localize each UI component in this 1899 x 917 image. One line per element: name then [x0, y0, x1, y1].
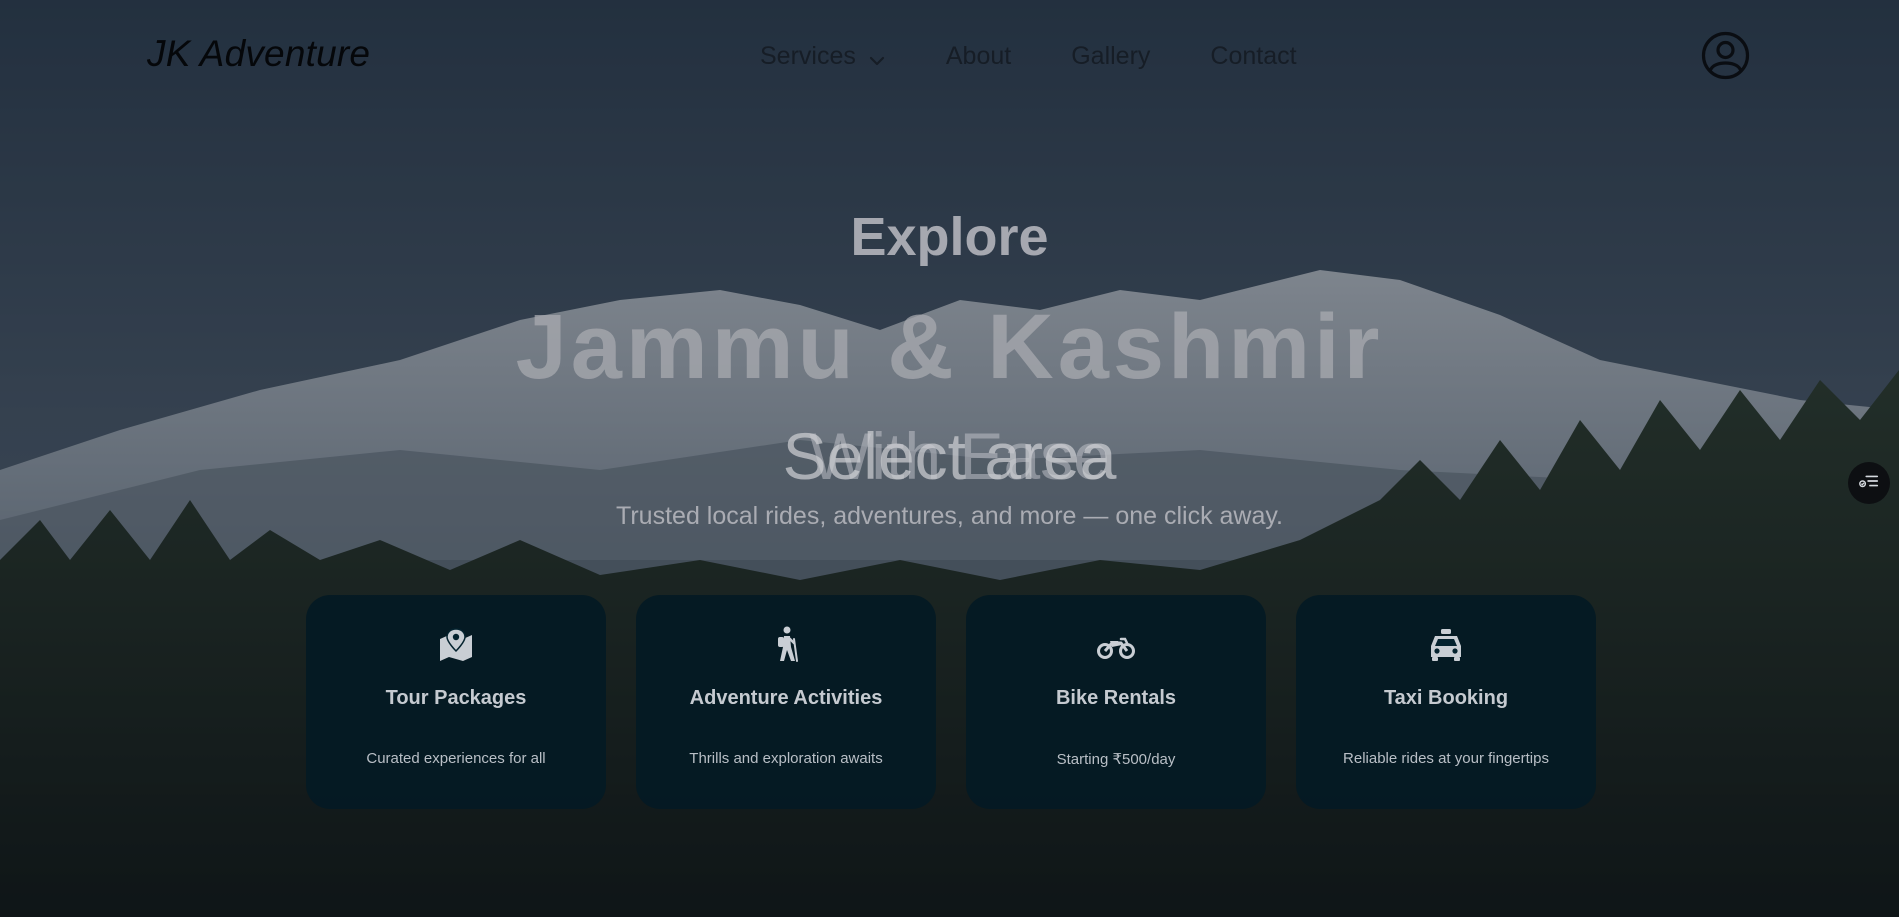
filter-list-button[interactable]	[1848, 462, 1890, 504]
hero-tagline: Trusted local rides, adventures, and mor…	[616, 502, 1283, 530]
main-menu: Services About Gallery Contact	[760, 42, 1357, 71]
select-area-overlay: Select area	[782, 419, 1117, 493]
card-description: Curated experiences for all	[366, 750, 546, 767]
card-description: Thrills and exploration awaits	[689, 750, 883, 767]
card-adventure-activities[interactable]: Adventure Activities Thrills and explora…	[636, 595, 936, 809]
nav-gallery[interactable]: Gallery	[1071, 42, 1150, 71]
card-title: Adventure Activities	[689, 687, 883, 709]
hiker-icon	[766, 625, 806, 665]
nav-services[interactable]: Services	[760, 42, 886, 71]
card-title: Bike Rentals	[1055, 687, 1177, 709]
card-title: Tour Packages	[385, 687, 527, 709]
user-circle-icon[interactable]	[1701, 31, 1750, 80]
nav-contact[interactable]: Contact	[1210, 42, 1296, 71]
card-description: Reliable rides at your fingertips	[1343, 750, 1549, 767]
service-cards: Tour Packages Curated experiences for al…	[306, 595, 1626, 809]
site-logo[interactable]: JK Adventure	[147, 33, 370, 75]
nav-services-label: Services	[760, 42, 856, 70]
taxi-icon	[1426, 625, 1466, 665]
card-bike-rentals[interactable]: Bike Rentals Starting ₹500/day	[966, 595, 1266, 809]
motorcycle-icon	[1096, 625, 1136, 665]
top-nav: JK Adventure Services About Gallery Cont…	[0, 0, 1899, 115]
chevron-down-icon	[868, 48, 886, 66]
card-taxi-booking[interactable]: Taxi Booking Reliable rides at your fing…	[1296, 595, 1596, 809]
nav-about[interactable]: About	[946, 42, 1011, 71]
card-description: Starting ₹500/day	[1056, 751, 1176, 768]
map-pin-icon	[436, 625, 476, 665]
card-tour-packages[interactable]: Tour Packages Curated experiences for al…	[306, 595, 606, 809]
hero-title: Jammu & Kashmir	[515, 296, 1384, 398]
filter-list-icon	[1858, 470, 1880, 497]
card-title: Taxi Booking	[1383, 687, 1509, 709]
hero-eyebrow: Explore	[850, 207, 1049, 267]
